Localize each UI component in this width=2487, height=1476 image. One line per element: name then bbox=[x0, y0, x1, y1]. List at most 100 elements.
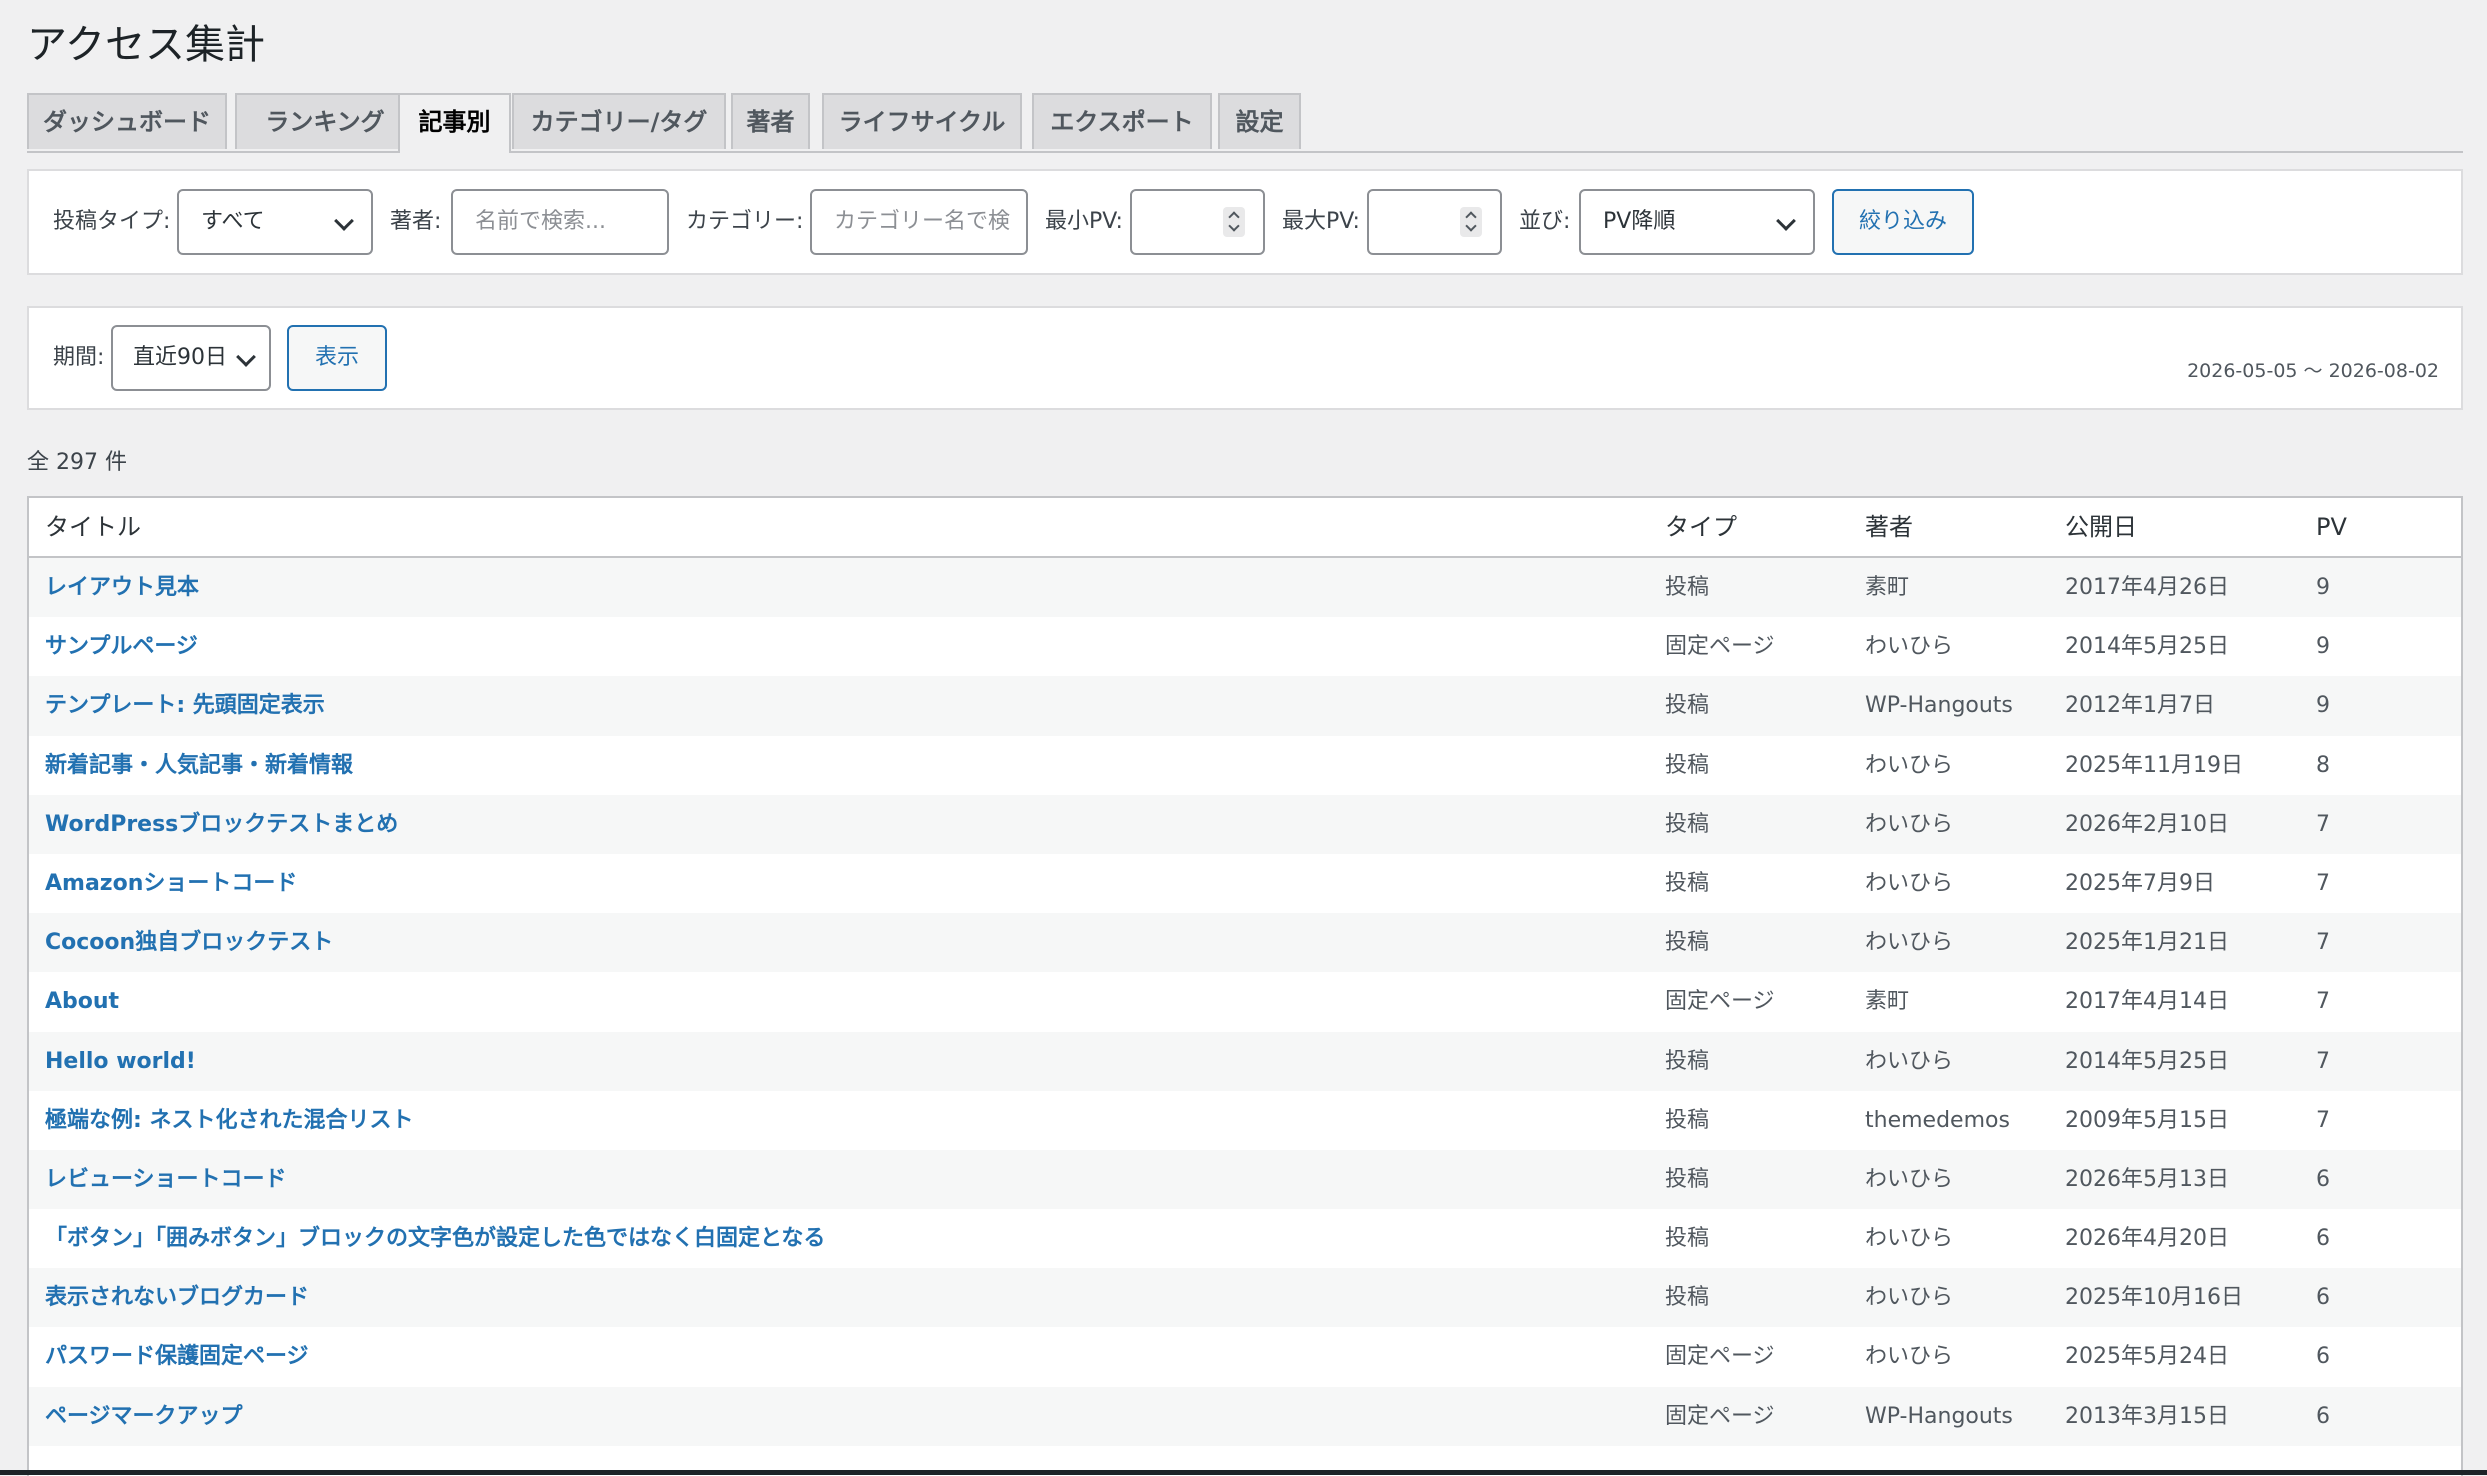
max-pv-input[interactable] bbox=[1367, 189, 1502, 255]
min-pv-input[interactable] bbox=[1130, 189, 1265, 255]
post-title-link[interactable]: 「ボタン」「囲みボタン」ブロックの文字色が設定した色ではなく白固定となる bbox=[45, 1209, 825, 1268]
post-title-link[interactable]: 極端な例: ネスト化された混合リスト bbox=[45, 1091, 413, 1150]
post-pv-cell: 6 bbox=[2316, 1209, 2330, 1268]
table-row: 極端な例: ネスト化された混合リスト投稿themedemos2009年5月15日… bbox=[29, 1091, 2461, 1150]
author-search-input[interactable]: 名前で検索... bbox=[451, 189, 669, 255]
column-pv[interactable]: PV bbox=[2316, 498, 2347, 556]
table-row: Amazonショートコード投稿わいひら2025年7月9日7 bbox=[29, 854, 2461, 913]
post-title-link[interactable]: Cocoon独自ブロックテスト bbox=[45, 913, 333, 972]
chevron-down-icon bbox=[236, 347, 256, 367]
post-pv-cell: 6 bbox=[2316, 1268, 2330, 1327]
post-pv-cell: 7 bbox=[2316, 913, 2330, 972]
post-title-link[interactable]: Amazonショートコード bbox=[45, 854, 297, 913]
post-type-cell: 固定ページ bbox=[1665, 1327, 1775, 1386]
post-date-cell: 2026年5月13日 bbox=[2065, 1150, 2229, 1209]
number-spinner-icon[interactable] bbox=[1223, 207, 1245, 237]
post-date-cell: 2017年4月14日 bbox=[2065, 972, 2229, 1031]
post-title-link[interactable]: ページマークアップ bbox=[45, 1387, 243, 1446]
post-pv-cell: 9 bbox=[2316, 617, 2330, 676]
table-row: 「ボタン」「囲みボタン」ブロックの文字色が設定した色ではなく白固定となる 投稿 わい… bbox=[29, 1209, 2461, 1268]
post-date-cell: 2012年1月7日 bbox=[2065, 676, 2215, 735]
post-type-cell: 投稿 bbox=[1665, 913, 1709, 972]
post-type-cell: 投稿 bbox=[1665, 1032, 1709, 1091]
table-row: Cocoon独自ブロックテスト投稿わいひら2025年1月21日7 bbox=[29, 913, 2461, 972]
post-date-cell: 2014年5月25日 bbox=[2065, 617, 2229, 676]
number-spinner-icon[interactable] bbox=[1460, 207, 1482, 237]
table-row: レイアウト見本投稿素町2017年4月26日9 bbox=[29, 558, 2461, 617]
post-title-link[interactable]: サンプルページ bbox=[45, 617, 198, 676]
column-date[interactable]: 公開日 bbox=[2065, 498, 2137, 556]
table-row: パスワード保護固定ページ固定ページわいひら2025年5月24日6 bbox=[29, 1327, 2461, 1386]
post-type-cell: 投稿 bbox=[1665, 1209, 1709, 1268]
table-row: ページマークアップ固定ページWP-Hangouts2013年3月15日6 bbox=[29, 1387, 2461, 1446]
total-count: 全 297 件 bbox=[27, 444, 127, 476]
tab-export[interactable]: エクスポート bbox=[1032, 93, 1212, 149]
period-select[interactable]: 直近90日 bbox=[111, 325, 271, 391]
post-author-cell: わいひら bbox=[1865, 913, 1953, 972]
column-type[interactable]: タイプ bbox=[1665, 498, 1737, 556]
min-pv-label: 最小PV: bbox=[1045, 207, 1123, 237]
post-type-select[interactable]: すべて bbox=[177, 189, 373, 255]
filter-button[interactable]: 絞り込み bbox=[1832, 189, 1974, 255]
post-title-link[interactable]: パスワード保護固定ページ bbox=[45, 1327, 309, 1386]
post-title-link[interactable]: レビューショートコード bbox=[45, 1150, 287, 1209]
column-author[interactable]: 著者 bbox=[1865, 498, 1913, 556]
post-pv-cell: 7 bbox=[2316, 1091, 2330, 1150]
category-placeholder: カテゴリー名で検 bbox=[834, 209, 1010, 234]
table-row: テンプレート: 先頭固定表示投稿WP-Hangouts2012年1月7日9 bbox=[29, 676, 2461, 735]
category-search-input[interactable]: カテゴリー名で検 bbox=[810, 189, 1028, 255]
post-type-cell: 固定ページ bbox=[1665, 972, 1775, 1031]
page-title: アクセス集計 bbox=[27, 20, 265, 70]
category-label: カテゴリー: bbox=[686, 207, 803, 237]
post-author-cell: わいひら bbox=[1865, 736, 1953, 795]
tab-category-tag[interactable]: カテゴリー/タグ bbox=[512, 93, 726, 149]
post-date-cell: 2017年4月26日 bbox=[2065, 558, 2229, 617]
tab-settings[interactable]: 設定 bbox=[1218, 93, 1301, 149]
post-type-value: すべて bbox=[201, 209, 265, 234]
sort-label: 並び: bbox=[1519, 207, 1570, 237]
posts-table: タイトル タイプ 著者 公開日 PV レイアウト見本投稿素町2017年4月26日… bbox=[27, 496, 2463, 1476]
post-date-cell: 2009年5月15日 bbox=[2065, 1091, 2229, 1150]
post-pv-cell: 6 bbox=[2316, 1387, 2330, 1446]
tab-ranking[interactable]: ランキング bbox=[235, 93, 415, 149]
sort-select[interactable]: PV降順 bbox=[1579, 189, 1815, 255]
post-author-cell: 素町 bbox=[1865, 972, 1909, 1031]
tab-bar: ダッシュボード ランキング 記事別 カテゴリー/タグ 著者 ライフサイクル エク… bbox=[27, 93, 2463, 153]
post-type-cell: 投稿 bbox=[1665, 736, 1709, 795]
tab-by-post[interactable]: 記事別 bbox=[398, 93, 511, 153]
show-button[interactable]: 表示 bbox=[287, 325, 387, 391]
tab-dashboard[interactable]: ダッシュボード bbox=[27, 93, 227, 149]
post-title-link[interactable]: Hello world! bbox=[45, 1032, 196, 1091]
tab-lifecycle[interactable]: ライフサイクル bbox=[822, 93, 1022, 149]
post-pv-cell: 7 bbox=[2316, 1032, 2330, 1091]
table-row: 表示されないブログカード投稿わいひら2025年10月16日6 bbox=[29, 1268, 2461, 1327]
post-title-link[interactable]: WordPressブロックテストまとめ bbox=[45, 795, 398, 854]
post-type-cell: 固定ページ bbox=[1665, 617, 1775, 676]
post-type-cell: 固定ページ bbox=[1665, 1387, 1775, 1446]
post-author-cell: 素町 bbox=[1865, 558, 1909, 617]
tab-author[interactable]: 著者 bbox=[731, 93, 810, 149]
author-placeholder: 名前で検索... bbox=[475, 209, 606, 234]
table-row: レビューショートコード投稿わいひら2026年5月13日6 bbox=[29, 1150, 2461, 1209]
post-author-cell: WP-Hangouts bbox=[1865, 676, 2013, 735]
period-panel: 期間: 直近90日 表示 2026-05-05 〜 2026-08-02 bbox=[27, 306, 2463, 410]
post-title-link[interactable]: レイアウト見本 bbox=[45, 558, 199, 617]
post-title-link[interactable]: テンプレート: 先頭固定表示 bbox=[45, 676, 325, 735]
post-title-link[interactable]: 新着記事・人気記事・新着情報 bbox=[45, 736, 353, 795]
post-author-cell: わいひら bbox=[1865, 617, 1953, 676]
post-pv-cell: 7 bbox=[2316, 854, 2330, 913]
post-date-cell: 2026年4月20日 bbox=[2065, 1209, 2229, 1268]
post-pv-cell: 7 bbox=[2316, 972, 2330, 1031]
post-type-cell: 投稿 bbox=[1665, 795, 1709, 854]
post-date-cell: 2014年5月25日 bbox=[2065, 1032, 2229, 1091]
author-label: 著者: bbox=[390, 207, 441, 237]
post-pv-cell: 7 bbox=[2316, 795, 2330, 854]
post-title-link[interactable]: About bbox=[45, 972, 119, 1031]
column-title[interactable]: タイトル bbox=[45, 498, 141, 556]
post-pv-cell: 8 bbox=[2316, 736, 2330, 795]
post-title-link[interactable]: 表示されないブログカード bbox=[45, 1268, 309, 1327]
table-row: サンプルページ 固定ページ わいひら 2014年5月25日 9 bbox=[29, 617, 2461, 676]
table-header: タイトル タイプ 著者 公開日 PV bbox=[29, 498, 2461, 558]
post-author-cell: わいひら bbox=[1865, 1209, 1953, 1268]
table-row: 新着記事・人気記事・新着情報投稿わいひら2025年11月19日8 bbox=[29, 736, 2461, 795]
